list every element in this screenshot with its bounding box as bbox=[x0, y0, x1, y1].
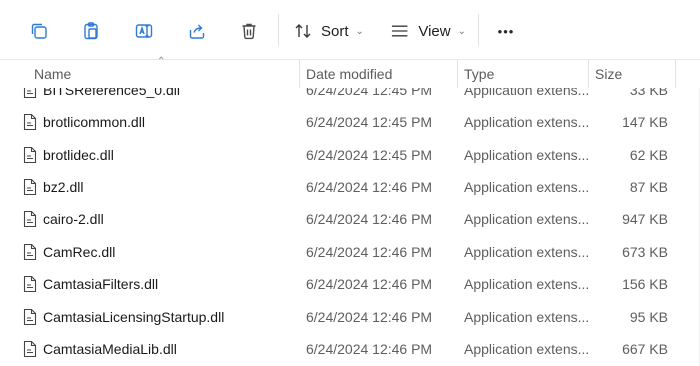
delete-icon bbox=[242, 23, 256, 40]
file-name: brotlidec.dll bbox=[43, 147, 114, 163]
column-header-type-label: Type bbox=[464, 66, 495, 82]
file-icon bbox=[23, 113, 37, 131]
file-name: CamtasiaFilters.dll bbox=[43, 276, 159, 292]
column-header-name-label: Name bbox=[34, 66, 72, 82]
file-date-modified: 6/24/2024 12:46 PM bbox=[306, 341, 433, 357]
command-bar: Sort ⌄ View ⌄ ••• bbox=[0, 0, 700, 60]
toolbar-separator bbox=[278, 14, 279, 46]
column-header-date-modified[interactable]: Date modified bbox=[306, 66, 392, 82]
delete-button[interactable] bbox=[234, 16, 264, 46]
rename-button[interactable] bbox=[129, 16, 159, 46]
file-list: BITSReference5_0.dll 6/24/2024 12:45 PM … bbox=[0, 70, 700, 366]
file-icon bbox=[23, 275, 37, 293]
column-resize-handle[interactable] bbox=[588, 60, 589, 88]
file-type: Application extens... bbox=[464, 211, 590, 227]
copy-button[interactable] bbox=[24, 16, 54, 46]
file-type: Application extens... bbox=[464, 341, 590, 357]
file-type: Application extens... bbox=[464, 147, 590, 163]
view-button[interactable]: View ⌄ bbox=[390, 16, 466, 46]
column-header-overlay: Name ⌃ Date modified Type Size bbox=[0, 56, 700, 88]
column-resize-handle[interactable] bbox=[457, 60, 458, 88]
file-name: bz2.dll bbox=[43, 179, 84, 195]
table-row[interactable]: cairo-2.dll 6/24/2024 12:46 PM Applicati… bbox=[0, 204, 700, 236]
file-size: 667 KB bbox=[622, 341, 668, 357]
column-header-size[interactable]: Size bbox=[595, 66, 622, 82]
file-size: 156 KB bbox=[622, 276, 668, 292]
view-label: View bbox=[418, 22, 451, 40]
file-size: 673 KB bbox=[622, 244, 668, 260]
file-type: Application extens... bbox=[464, 114, 590, 130]
file-type: Application extens... bbox=[464, 179, 590, 195]
file-name: cairo-2.dll bbox=[43, 211, 104, 227]
file-date-modified: 6/24/2024 12:46 PM bbox=[306, 309, 433, 325]
file-name: CamtasiaLicensingStartup.dll bbox=[43, 309, 225, 325]
column-header-type[interactable]: Type bbox=[464, 66, 494, 82]
more-icon: ••• bbox=[497, 23, 515, 39]
file-icon bbox=[23, 178, 37, 196]
table-row[interactable]: brotlicommon.dll 6/24/2024 12:45 PM Appl… bbox=[0, 107, 700, 139]
sort-label: Sort bbox=[321, 22, 349, 40]
sort-icon bbox=[295, 24, 311, 38]
rename-icon bbox=[135, 24, 153, 38]
table-row[interactable]: brotlidec.dll 6/24/2024 12:45 PM Applica… bbox=[0, 140, 700, 172]
file-icon bbox=[23, 146, 37, 164]
column-header-date-label: Date modified bbox=[306, 66, 393, 82]
paste-icon bbox=[84, 22, 98, 40]
toolbar-separator bbox=[478, 14, 479, 46]
table-row[interactable]: CamRec.dll 6/24/2024 12:46 PM Applicatio… bbox=[0, 237, 700, 269]
table-row[interactable]: CamtasiaMediaLib.dll 6/24/2024 12:46 PM … bbox=[0, 334, 700, 366]
file-date-modified: 6/24/2024 12:45 PM bbox=[306, 114, 433, 130]
chevron-down-icon: ⌄ bbox=[355, 25, 364, 37]
file-icon bbox=[23, 308, 37, 326]
file-date-modified: 6/24/2024 12:46 PM bbox=[306, 179, 433, 195]
file-type: Application extens... bbox=[464, 309, 590, 325]
table-row[interactable]: CamtasiaFilters.dll 6/24/2024 12:46 PM A… bbox=[0, 269, 700, 301]
column-resize-handle[interactable] bbox=[299, 60, 300, 88]
share-button[interactable] bbox=[182, 16, 212, 46]
file-date-modified: 6/24/2024 12:46 PM bbox=[306, 244, 433, 260]
more-options-button[interactable]: ••• bbox=[492, 16, 520, 46]
file-size: 95 KB bbox=[629, 309, 668, 325]
paste-button[interactable] bbox=[76, 16, 106, 46]
file-icon bbox=[23, 340, 37, 358]
chevron-down-icon: ⌄ bbox=[457, 25, 466, 37]
file-date-modified: 6/24/2024 12:46 PM bbox=[306, 276, 433, 292]
table-row[interactable]: bz2.dll 6/24/2024 12:46 PM Application e… bbox=[0, 172, 700, 204]
file-size: 87 KB bbox=[629, 179, 668, 195]
table-row[interactable]: CamtasiaLicensingStartup.dll 6/24/2024 1… bbox=[0, 302, 700, 334]
copy-icon bbox=[31, 23, 47, 39]
file-type: Application extens... bbox=[464, 244, 590, 260]
view-icon bbox=[391, 25, 408, 37]
column-header-name[interactable]: Name bbox=[34, 66, 71, 82]
sort-ascending-icon: ⌃ bbox=[157, 56, 166, 67]
sort-button[interactable]: Sort ⌄ bbox=[294, 16, 366, 46]
column-resize-handle[interactable] bbox=[675, 60, 676, 88]
share-icon bbox=[189, 24, 205, 39]
file-icon bbox=[23, 210, 37, 228]
column-header-size-label: Size bbox=[595, 66, 623, 82]
file-name: CamtasiaMediaLib.dll bbox=[43, 341, 177, 357]
file-size: 147 KB bbox=[622, 114, 668, 130]
file-name: CamRec.dll bbox=[43, 244, 116, 260]
file-type: Application extens... bbox=[464, 276, 590, 292]
file-size: 947 KB bbox=[622, 211, 668, 227]
file-date-modified: 6/24/2024 12:46 PM bbox=[306, 211, 433, 227]
file-date-modified: 6/24/2024 12:45 PM bbox=[306, 147, 433, 163]
file-icon bbox=[23, 243, 37, 261]
file-name: brotlicommon.dll bbox=[43, 114, 145, 130]
file-size: 62 KB bbox=[629, 147, 668, 163]
